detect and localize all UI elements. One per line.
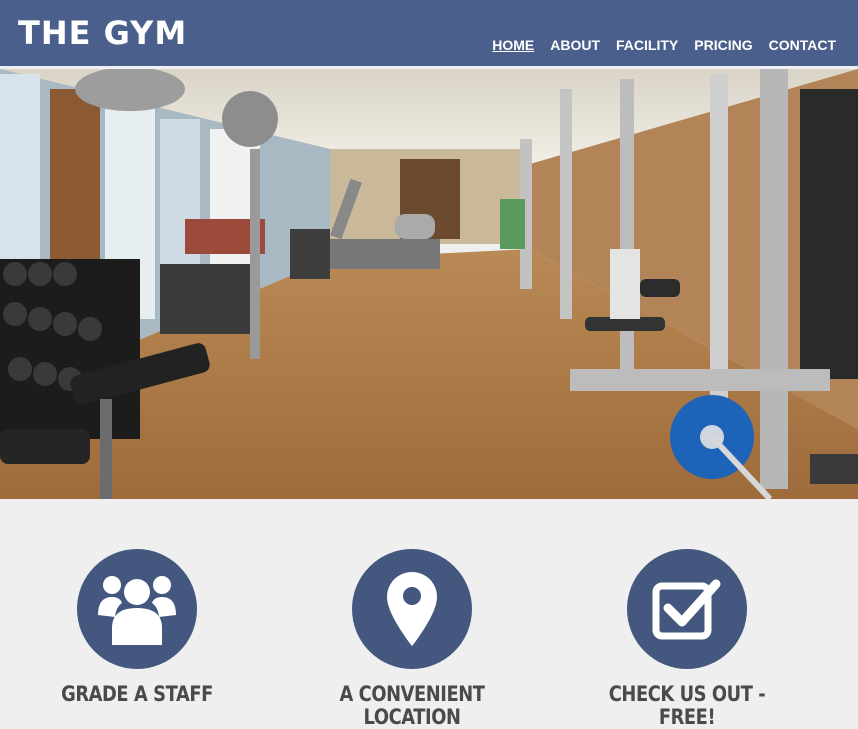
site-logo[interactable]: THE GYM: [18, 14, 187, 52]
group-icon: [98, 576, 176, 645]
feature-staff-title: GRADE A STAFF: [61, 682, 213, 706]
feature-location-circle: [352, 549, 472, 669]
feature-location: A CONVENIENT LOCATION: [292, 549, 532, 729]
hero-gym-image: [0, 69, 858, 499]
main-nav: HOME ABOUT FACILITY PRICING CONTACT: [492, 37, 836, 53]
feature-location-title: A CONVENIENT LOCATION: [339, 682, 485, 729]
gym-interior-photo: [0, 69, 858, 499]
feature-free: CHECK US OUT - FREE!: [567, 549, 807, 729]
map-pin-icon: [387, 572, 437, 646]
feature-free-title: CHECK US OUT - FREE!: [608, 682, 766, 729]
nav-pricing-link[interactable]: PRICING: [694, 37, 752, 53]
nav-contact-link[interactable]: CONTACT: [769, 37, 836, 53]
feature-staff: GRADE A STAFF: [17, 549, 257, 706]
features-section: GRADE A STAFF A CONVENIENT LOCATION CHEC…: [0, 499, 858, 729]
nav-about-link[interactable]: ABOUT: [550, 37, 600, 53]
site-header: THE GYM HOME ABOUT FACILITY PRICING CONT…: [0, 0, 858, 69]
nav-home-link[interactable]: HOME: [492, 37, 534, 53]
feature-free-circle: [627, 549, 747, 669]
feature-staff-circle: [77, 549, 197, 669]
checkbox-icon: [652, 579, 721, 640]
nav-facility-link[interactable]: FACILITY: [616, 37, 678, 53]
